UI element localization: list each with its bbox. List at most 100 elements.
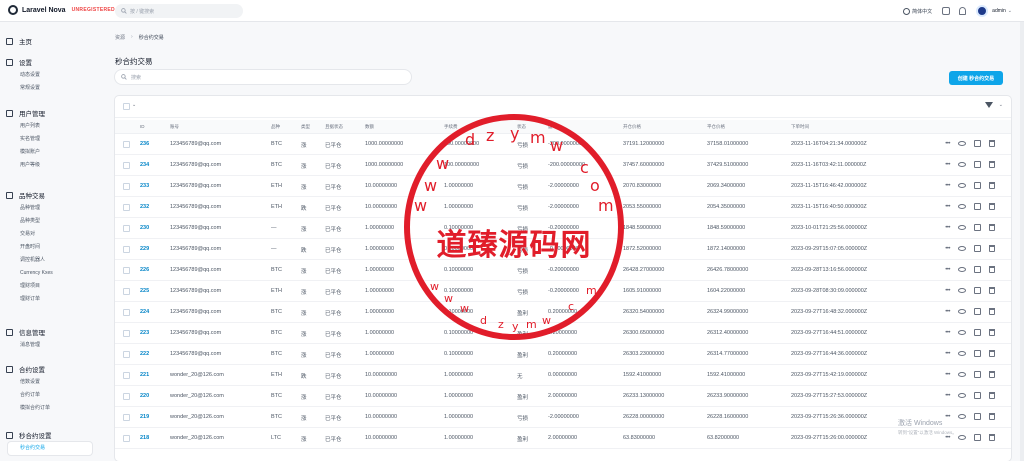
filter-icon[interactable] (985, 102, 993, 108)
trash-icon[interactable] (989, 140, 995, 147)
edit-icon[interactable] (974, 329, 981, 336)
sidebar-item[interactable]: 倍数设置 (0, 376, 98, 389)
row-checkbox[interactable] (123, 225, 130, 232)
language-switcher[interactable]: 简体中文 (903, 7, 932, 15)
row-id-link[interactable]: 234 (140, 162, 149, 168)
eye-icon[interactable] (958, 309, 966, 314)
edit-icon[interactable] (974, 413, 981, 420)
more-icon[interactable]: ••• (945, 288, 950, 294)
row-checkbox[interactable] (123, 183, 130, 190)
row-id-link[interactable]: 225 (140, 288, 149, 294)
trash-icon[interactable] (989, 161, 995, 168)
sidebar-item[interactable]: 理财项目 (0, 280, 98, 293)
row-id-link[interactable]: 236 (140, 141, 149, 147)
edit-icon[interactable] (974, 434, 981, 441)
eye-icon[interactable] (958, 288, 966, 293)
table-row[interactable]: 232 123456789@qq.com ETH 跌 已平仓 10.00000000 1.0… (115, 197, 1011, 218)
monitor-icon[interactable] (942, 7, 951, 15)
row-checkbox[interactable] (123, 435, 130, 442)
sidebar-item[interactable]: 常规设置 (0, 82, 98, 95)
nav-group-header[interactable]: 合约设置 (0, 362, 98, 376)
row-id-link[interactable]: 230 (140, 225, 149, 231)
more-icon[interactable]: ••• (945, 372, 950, 378)
sidebar-item[interactable]: 理财订单 (0, 293, 98, 306)
trash-icon[interactable] (989, 266, 995, 273)
edit-icon[interactable] (974, 182, 981, 189)
eye-icon[interactable] (958, 393, 966, 398)
eye-icon[interactable] (958, 183, 966, 188)
table-search-input[interactable]: 搜索 (115, 70, 411, 84)
nav-group-header[interactable]: 用户管理 (0, 106, 98, 120)
row-id-link[interactable]: 219 (140, 414, 149, 420)
sidebar-item[interactable]: 用户列表 (0, 120, 98, 133)
row-checkbox[interactable] (123, 141, 130, 148)
row-checkbox[interactable] (123, 351, 130, 358)
row-id-link[interactable]: 220 (140, 393, 149, 399)
edit-icon[interactable] (974, 245, 981, 252)
row-id-link[interactable]: 232 (140, 204, 149, 210)
row-checkbox[interactable] (123, 330, 130, 337)
table-row[interactable]: 222 123456789@qq.com BTC 涨 已平仓 1.00000000 0.10… (115, 344, 1011, 365)
table-row[interactable]: 225 123456789@qq.com ETH 涨 已平仓 1.00000000 0.10… (115, 281, 1011, 302)
more-icon[interactable]: ••• (945, 267, 950, 273)
chevron-down-icon[interactable]: ⌄ (999, 102, 1003, 108)
trash-icon[interactable] (989, 308, 995, 315)
row-id-link[interactable]: 222 (140, 351, 149, 357)
sidebar-item[interactable]: 实名管理 (0, 133, 98, 146)
row-id-link[interactable]: 233 (140, 183, 149, 189)
sidebar-item[interactable]: 合约订单 (0, 389, 98, 402)
column-header[interactable]: ID (140, 124, 145, 129)
table-row[interactable]: 221 wonder_20@126.com ETH 跌 已平仓 10.00000000 1.… (115, 365, 1011, 386)
sidebar-item[interactable]: 动态设置 (0, 69, 98, 82)
edit-icon[interactable] (974, 140, 981, 147)
edit-icon[interactable] (974, 350, 981, 357)
more-icon[interactable]: ••• (945, 183, 950, 189)
edit-icon[interactable] (974, 392, 981, 399)
table-row[interactable]: 220 wonder_20@126.com BTC 涨 已平仓 10.00000000 1.… (115, 386, 1011, 407)
more-icon[interactable]: ••• (945, 141, 950, 147)
row-id-link[interactable]: 221 (140, 372, 149, 378)
sidebar-item[interactable]: 开盘时间 (0, 241, 98, 254)
nav-group-header[interactable]: 信息管理 (0, 325, 98, 339)
sidebar-item[interactable]: 模拟账户 (0, 146, 98, 159)
row-checkbox[interactable] (123, 393, 130, 400)
sidebar-item[interactable]: Currency Kxes (0, 267, 98, 280)
eye-icon[interactable] (958, 351, 966, 356)
table-row[interactable]: 218 wonder_20@126.com LTC 涨 已平仓 10.00000000 1.… (115, 428, 1011, 449)
sidebar-item[interactable]: 用户等级 (0, 159, 98, 172)
row-checkbox[interactable] (123, 162, 130, 169)
global-search-input[interactable]: 按 / 键搜索 (115, 4, 243, 18)
more-icon[interactable]: ••• (945, 204, 950, 210)
edit-icon[interactable] (974, 266, 981, 273)
row-checkbox[interactable] (123, 372, 130, 379)
sidebar-item[interactable]: 品种类型 (0, 215, 98, 228)
nav-group-header[interactable]: 设置 (0, 55, 98, 69)
page-scrollbar[interactable] (1020, 22, 1024, 461)
row-id-link[interactable]: 223 (140, 330, 149, 336)
table-row[interactable]: 230 123456789@qq.com — 涨 已平仓 1.00000000 0.1000… (115, 218, 1011, 239)
sidebar-item[interactable]: 交易对 (0, 228, 98, 241)
more-icon[interactable]: ••• (945, 414, 950, 420)
row-checkbox[interactable] (123, 414, 130, 421)
row-checkbox[interactable] (123, 267, 130, 274)
eye-icon[interactable] (958, 435, 966, 440)
create-button[interactable]: 创建 秒合约交易 (949, 71, 1003, 85)
eye-icon[interactable] (958, 330, 966, 335)
edit-icon[interactable] (974, 224, 981, 231)
user-name[interactable]: admin (992, 8, 1006, 14)
edit-icon[interactable] (974, 203, 981, 210)
row-id-link[interactable]: 224 (140, 309, 149, 315)
trash-icon[interactable] (989, 182, 995, 189)
edit-icon[interactable] (974, 287, 981, 294)
table-row[interactable]: 236 123456789@qq.com BTC 涨 已平仓 1000.00000000 1… (115, 134, 1011, 155)
nav-group-header[interactable]: 秒合约设置 (0, 428, 98, 442)
table-row[interactable]: 219 wonder_20@126.com BTC 涨 已平仓 10.00000000 1.… (115, 407, 1011, 428)
edit-icon[interactable] (974, 371, 981, 378)
more-icon[interactable]: ••• (945, 246, 950, 252)
table-row[interactable]: 233 123456789@qq.com ETH 涨 已平仓 10.00000000 1.0… (115, 176, 1011, 197)
avatar[interactable] (976, 5, 989, 17)
more-icon[interactable]: ••• (945, 330, 950, 336)
trash-icon[interactable] (989, 350, 995, 357)
sidebar-item[interactable]: 模拟合约订单 (0, 402, 98, 415)
brand[interactable]: Laravel Nova UNREGISTERED (8, 5, 115, 15)
